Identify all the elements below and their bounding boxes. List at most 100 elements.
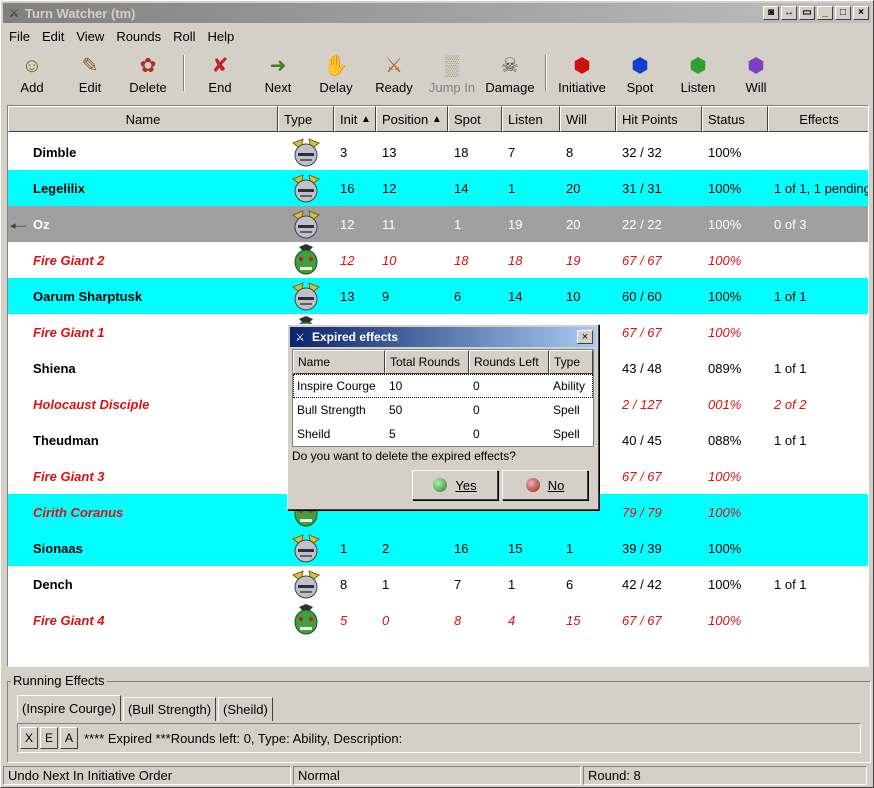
will-button[interactable]: ⬢ Will bbox=[727, 49, 785, 99]
cell-spot: 14 bbox=[454, 180, 469, 196]
cell-spot: 8 bbox=[454, 612, 462, 628]
col-effects[interactable]: Effects bbox=[768, 106, 868, 132]
cell-hit-points: 67 / 67 bbox=[622, 612, 662, 628]
effect-description: **** Expired ***Rounds left: 0, Type: Ab… bbox=[84, 730, 403, 746]
cell-position: 1 bbox=[382, 576, 390, 592]
table-row[interactable]: Dench 8 1 7 1 6 42 / 42 100% 1 of 1 bbox=[8, 566, 868, 602]
cell-name: Sionaas bbox=[33, 540, 83, 556]
expire-effect-button[interactable]: X bbox=[20, 727, 38, 749]
table-row[interactable]: Inspire Courge 10 0 Ability bbox=[293, 374, 593, 398]
menu-roll[interactable]: Roll bbox=[167, 29, 201, 44]
cell-listen: 4 bbox=[508, 612, 516, 628]
cell-type bbox=[278, 170, 334, 206]
table-row[interactable]: Oarum Sharptusk 13 9 6 14 10 60 / 60 100% 1 of 1 bbox=[8, 278, 868, 314]
sort-asc-icon: ▲ bbox=[360, 113, 371, 125]
initiative-button[interactable]: ⬢ Initiative bbox=[553, 49, 611, 99]
table-row[interactable]: Dimble 3 13 18 7 8 32 / 32 100% bbox=[8, 134, 868, 170]
dialog-close-icon[interactable]: × bbox=[577, 330, 593, 344]
cell-position: 9 bbox=[382, 288, 390, 304]
cell-effects: 1 of 1 bbox=[774, 288, 807, 304]
table-row[interactable]: Legelilix 16 12 14 1 20 31 / 31 100% 1 of 1, 1 p… bbox=[8, 170, 868, 206]
col-name[interactable]: Name bbox=[8, 106, 278, 132]
cell-status: 089% bbox=[708, 360, 742, 376]
dcol-total-rounds[interactable]: Total Rounds bbox=[385, 350, 469, 374]
cell-name: Dench bbox=[33, 576, 73, 592]
table-row[interactable]: Fire Giant 2 12 10 18 18 19 67 / 67 100% bbox=[8, 242, 868, 278]
will-die-icon: ⬢ bbox=[747, 55, 765, 77]
no-button[interactable]: No bbox=[502, 470, 588, 500]
running-effects-panel: Running Effects (Inspire Courge) (Bull S… bbox=[7, 673, 871, 763]
add-effect-button[interactable]: A bbox=[60, 727, 78, 749]
menu-help[interactable]: Help bbox=[202, 29, 241, 44]
table-row[interactable]: Sheild 5 0 Spell bbox=[293, 422, 593, 446]
edit-effect-button[interactable]: E bbox=[40, 727, 58, 749]
dcol-rounds-left[interactable]: Rounds Left bbox=[469, 350, 549, 374]
extra-window-button[interactable]: ◙ bbox=[763, 6, 779, 20]
end-button[interactable]: ✘ End bbox=[191, 49, 249, 99]
cell-status: 100% bbox=[708, 180, 742, 196]
menu-rounds[interactable]: Rounds bbox=[110, 29, 167, 44]
dcol-name[interactable]: Name bbox=[293, 350, 385, 374]
close-icon[interactable]: × bbox=[853, 6, 869, 20]
jump-in-button[interactable]: ▒ Jump In bbox=[423, 49, 481, 99]
orc-head-icon bbox=[289, 603, 323, 637]
knight-helmet-icon bbox=[289, 279, 323, 313]
delete-button[interactable]: ✿ Delete bbox=[119, 49, 177, 99]
cell-init: 8 bbox=[340, 576, 348, 592]
damage-button[interactable]: ☠ Damage bbox=[481, 49, 539, 99]
col-spot[interactable]: Spot bbox=[448, 106, 502, 132]
add-button[interactable]: ☺ Add bbox=[3, 49, 61, 99]
link-icon[interactable]: ↔ bbox=[781, 6, 797, 20]
toolbar: ☺ Add ✎ Edit ✿ Delete ✘ End ➜ Next ✋ Delay ⚔ Re… bbox=[3, 49, 871, 101]
table-row[interactable]: Bull Strength 50 0 Spell bbox=[293, 398, 593, 422]
cell-position: 10 bbox=[382, 252, 397, 268]
menu-edit[interactable]: Edit bbox=[36, 29, 70, 44]
cell-name: Legelilix bbox=[33, 180, 86, 196]
jump-in-icon: ▒ bbox=[444, 55, 460, 77]
col-hit-points[interactable]: Hit Points bbox=[616, 106, 702, 132]
col-status[interactable]: Status bbox=[702, 106, 768, 132]
cell-spot: 18 bbox=[454, 252, 469, 268]
maximize-icon[interactable]: □ bbox=[835, 6, 851, 20]
title-bar[interactable]: ⚔ Turn Watcher (tm) ◙ ↔ ▭ _ □ × bbox=[3, 3, 871, 23]
edit-icon: ✎ bbox=[81, 55, 99, 77]
cell-effects bbox=[768, 134, 868, 170]
tab-sheild[interactable]: (Sheild) bbox=[218, 697, 273, 721]
status-round: Round: 8 bbox=[583, 766, 867, 785]
cell-name: Fire Giant 4 bbox=[33, 612, 105, 628]
table-row[interactable]: Fire Giant 4 5 0 8 4 15 67 / 67 100% bbox=[8, 602, 868, 638]
cell-effects: 1 of 1 bbox=[774, 360, 807, 376]
window-title: Turn Watcher (tm) bbox=[25, 5, 136, 21]
delay-button[interactable]: ✋ Delay bbox=[307, 49, 365, 99]
tab-bull-strength[interactable]: (Bull Strength) bbox=[122, 697, 217, 721]
spot-button[interactable]: ⬢ Spot bbox=[611, 49, 669, 99]
edit-button[interactable]: ✎ Edit bbox=[61, 49, 119, 99]
toolbar-separator bbox=[183, 55, 185, 91]
menu-view[interactable]: View bbox=[70, 29, 110, 44]
next-icon: ➜ bbox=[269, 55, 287, 77]
col-init[interactable]: Init ▲ bbox=[334, 106, 376, 132]
sort-asc-icon: ▲ bbox=[431, 113, 442, 125]
yes-button[interactable]: Yes bbox=[412, 470, 498, 500]
table-row[interactable]: Sionaas 1 2 16 15 1 39 / 39 100% bbox=[8, 530, 868, 566]
knight-helmet-icon bbox=[289, 531, 323, 565]
knight-helmet-icon bbox=[289, 207, 323, 241]
ready-button[interactable]: ⚔ Ready bbox=[365, 49, 423, 99]
tab-inspire-courge[interactable]: (Inspire Courge) bbox=[17, 695, 121, 721]
end-icon: ✘ bbox=[211, 55, 229, 77]
col-will[interactable]: Will bbox=[560, 106, 616, 132]
menu-file[interactable]: File bbox=[3, 29, 36, 44]
col-listen[interactable]: Listen bbox=[502, 106, 560, 132]
col-position[interactable]: Position ▲ bbox=[376, 106, 448, 132]
col-type[interactable]: Type bbox=[278, 106, 334, 132]
minimize-icon[interactable]: _ bbox=[817, 6, 833, 20]
next-button[interactable]: ➜ Next bbox=[249, 49, 307, 99]
cell-effects bbox=[768, 242, 868, 278]
restore-icon[interactable]: ▭ bbox=[799, 6, 815, 20]
dialog-title-bar[interactable]: ⚔ Expired effects × bbox=[290, 327, 596, 347]
cell-init: 3 bbox=[340, 144, 348, 160]
listen-button[interactable]: ⬢ Listen bbox=[669, 49, 727, 99]
table-row[interactable]: ◂— Oz 12 11 1 19 20 22 / 22 100% 0 of 3 bbox=[8, 206, 868, 242]
cell-type bbox=[278, 206, 334, 242]
dcol-type[interactable]: Type bbox=[549, 350, 593, 374]
